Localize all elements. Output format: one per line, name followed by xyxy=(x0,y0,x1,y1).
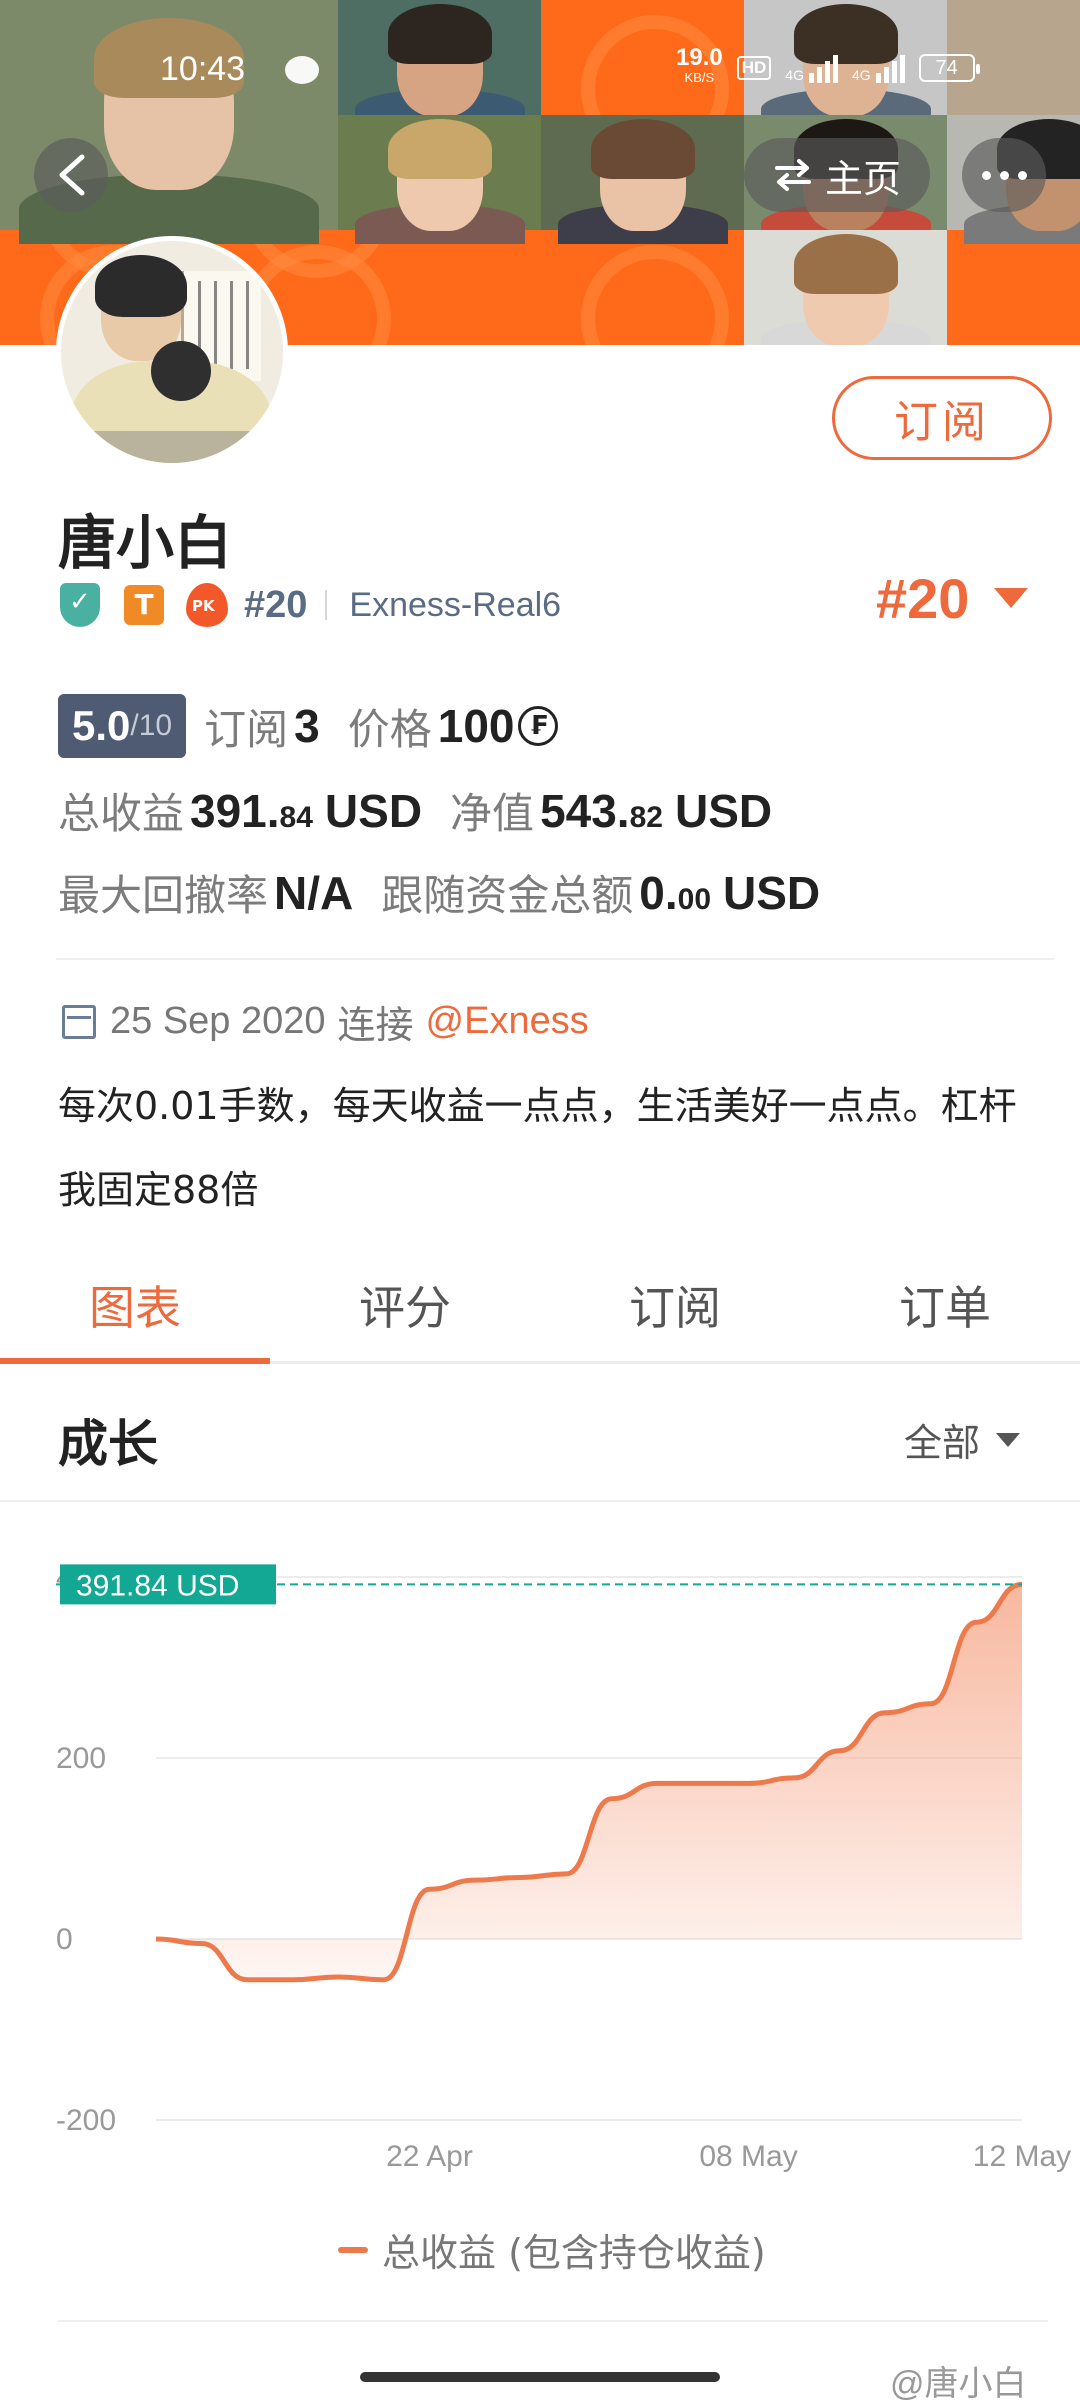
score-max: /10 xyxy=(130,709,173,742)
range-label: 全部 xyxy=(904,1421,981,1465)
pk-label: PK xyxy=(192,597,215,615)
broker-link[interactable]: @Exness xyxy=(426,1000,589,1043)
subscriptions-label: 订阅 xyxy=(204,704,289,754)
wechat-icon xyxy=(285,56,319,84)
current-value-label: 391.84 USD xyxy=(76,1569,239,1602)
subscribe-button[interactable]: 订阅 xyxy=(832,376,1052,460)
follow-funds-unit: USD xyxy=(723,866,821,919)
stats-row-1: 5.0/10 订阅 3 价格 100 ₣ xyxy=(58,694,559,758)
follow-funds-label: 跟随资金总额 xyxy=(381,871,634,920)
verified-shield-icon xyxy=(60,583,100,627)
price-value: 100 xyxy=(437,700,515,752)
connect-date: 25 Sep 2020 xyxy=(110,1000,326,1042)
home-button[interactable]: 主页 xyxy=(744,138,930,212)
network-speed-value: 19.0 xyxy=(676,44,723,71)
score-value: 5.0 xyxy=(72,702,131,749)
stats-row-2: 总收益 391.84 USD 净值 543.82 USD xyxy=(58,780,800,841)
network-speed: 19.0 KB/S xyxy=(676,44,723,88)
caret-down-icon[interactable] xyxy=(994,588,1028,608)
status-icons: 19.0 KB/S HD 4G 4G 74 xyxy=(676,44,980,88)
tab-2[interactable]: 订阅 xyxy=(540,1262,810,1361)
signal-icon: 4G xyxy=(785,53,838,83)
y-tick-label: 200 xyxy=(56,1742,106,1775)
subscriptions-value: 3 xyxy=(294,700,320,752)
max-drawdown-label: 最大回撤率 xyxy=(58,871,269,920)
tab-3[interactable]: 订单 xyxy=(810,1262,1080,1361)
growth-title: 成长 xyxy=(58,1415,158,1473)
coin-icon: ₣ xyxy=(518,706,559,746)
y-tick-label: 0 xyxy=(56,1923,73,1956)
chart-legend: 总收益 (包含持仓收益) xyxy=(338,2222,766,2277)
caret-down-icon xyxy=(996,1432,1021,1447)
strategy-description: 每次0.01手数，每天收益一点点，生活美好一点点。杠杆我固定88倍 xyxy=(58,1084,1017,1212)
max-drawdown-value: N/A xyxy=(274,866,354,919)
total-profit-unit: USD xyxy=(324,784,423,837)
status-bar: 10:43 19.0 KB/S HD 4G 4G 74 xyxy=(0,0,1080,140)
more-dots-icon xyxy=(981,170,991,180)
net-label-2: 4G xyxy=(851,67,871,83)
total-profit-value: 391.84 xyxy=(190,784,313,837)
trader-name: 唐小白 xyxy=(58,509,233,577)
battery-icon: 74 xyxy=(918,54,980,82)
divider xyxy=(0,1500,1080,1502)
rank-selector[interactable]: #20 xyxy=(876,566,969,631)
divider xyxy=(325,590,328,620)
connect-label: 连接 xyxy=(337,1005,414,1047)
tab-0[interactable]: 图表 xyxy=(0,1262,270,1364)
server-label: Exness-Real6 xyxy=(349,585,562,624)
network-speed-unit: KB/S xyxy=(684,70,715,85)
chevron-left-icon xyxy=(59,154,85,196)
home-label: 主页 xyxy=(824,156,901,201)
y-tick-label: -200 xyxy=(56,2104,116,2137)
banner-face-photo xyxy=(744,230,947,345)
rank-label: #20 xyxy=(244,583,308,626)
equity-unit: USD xyxy=(674,784,773,837)
divider xyxy=(56,958,1054,960)
x-tick-label: 12 May xyxy=(973,2140,1071,2173)
follow-funds-value: 0.00 xyxy=(639,866,712,919)
equity-value: 543.82 xyxy=(540,784,663,837)
legend-label: 总收益 (包含持仓收益) xyxy=(382,2231,766,2275)
status-time: 10:43 xyxy=(160,50,246,88)
x-tick-label: 22 Apr xyxy=(386,2140,473,2173)
swap-icon xyxy=(774,159,811,191)
home-indicator xyxy=(360,2372,720,2382)
score-badge: 5.0/10 xyxy=(58,694,187,758)
signal-icon: 4G xyxy=(852,53,905,83)
x-tick-label: 08 May xyxy=(699,2140,797,2173)
back-button[interactable] xyxy=(34,138,108,212)
range-dropdown[interactable]: 全部 xyxy=(904,1412,1021,1467)
net-label-1: 4G xyxy=(785,67,804,83)
t-badge-icon: T xyxy=(124,585,164,625)
series-area xyxy=(156,1584,1022,1980)
avatar[interactable] xyxy=(56,236,288,468)
price-label: 价格 xyxy=(347,704,432,754)
tab-1[interactable]: 评分 xyxy=(270,1262,540,1361)
divider xyxy=(58,2320,1048,2322)
banner-pattern-tile xyxy=(541,230,744,345)
total-profit-label: 总收益 xyxy=(58,789,185,838)
hd-icon: HD xyxy=(736,56,772,80)
watermark: @唐小白 xyxy=(890,2365,1027,2400)
legend-line-icon xyxy=(338,2246,368,2253)
connection-line: 25 Sep 2020 连接 @Exness xyxy=(62,994,589,1049)
tab-bar: 图表 评分 订阅 订单 xyxy=(0,1262,1080,1364)
calendar-icon xyxy=(62,1004,96,1039)
equity-label: 净值 xyxy=(450,789,535,838)
badge-row: T PK #20 Exness-Real6 xyxy=(60,580,561,630)
growth-chart: -2000200400391.84 USD22 Apr08 May12 May xyxy=(56,1561,1071,2173)
more-button[interactable] xyxy=(962,138,1046,212)
pk-flame-icon: PK xyxy=(186,583,228,627)
stats-row-3: 最大回撤率 N/A 跟随资金总额 0.00 USD xyxy=(58,862,848,923)
